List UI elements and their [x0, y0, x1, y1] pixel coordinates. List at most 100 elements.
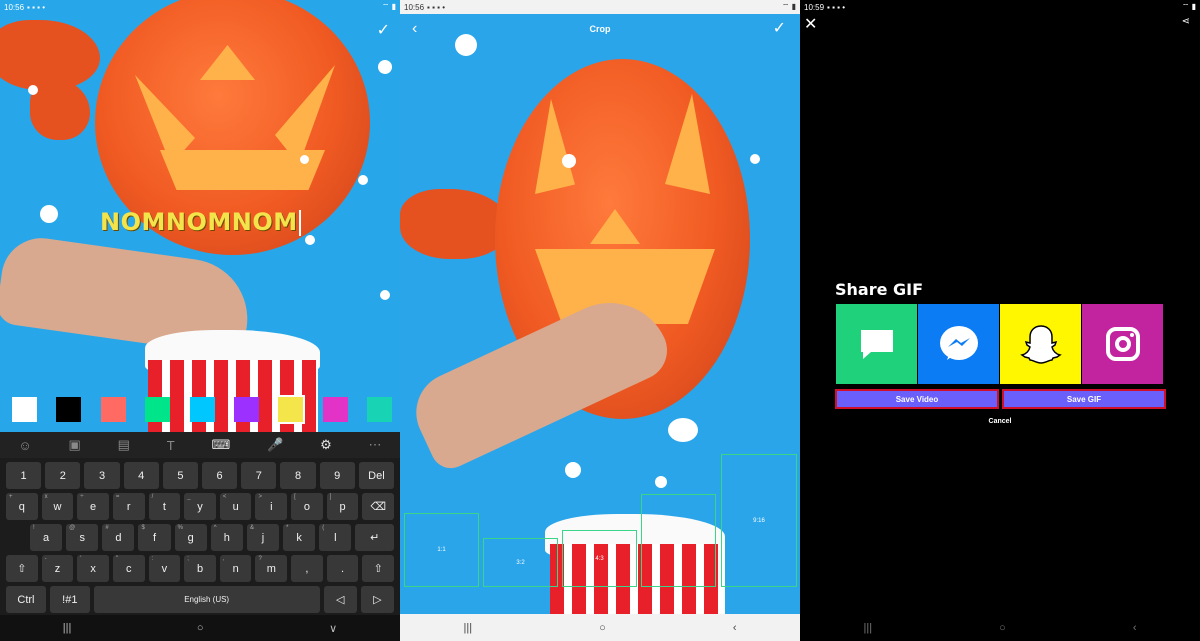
color-swatch[interactable] — [100, 397, 126, 422]
color-swatch[interactable] — [145, 397, 171, 422]
key-special[interactable]: . — [326, 555, 359, 582]
key-special[interactable]: ▷ — [360, 586, 395, 613]
text-overlay[interactable]: NOMNOMNOM — [100, 208, 301, 236]
crop-option-4-3[interactable]: 4:3 — [562, 530, 637, 587]
close-icon[interactable]: ✕ — [804, 14, 817, 34]
key-l[interactable]: (l — [319, 524, 352, 551]
key-special[interactable]: ↵ — [355, 524, 394, 551]
color-swatch[interactable] — [367, 397, 392, 422]
crop-option-extra[interactable] — [641, 494, 716, 587]
key-special[interactable]: Del — [358, 462, 395, 489]
key-m[interactable]: ? m — [255, 555, 288, 582]
back-button[interactable]: ∨ — [329, 622, 337, 635]
key-y[interactable]: _ y — [184, 493, 216, 520]
key-v[interactable]: :v — [148, 555, 181, 582]
key-d[interactable]: # d — [102, 524, 135, 551]
gear-icon[interactable]: ⚙ — [320, 437, 332, 453]
back-button[interactable]: ‹ — [733, 622, 737, 634]
key-x[interactable]: ' x — [77, 555, 109, 582]
snapchat-icon — [1019, 325, 1062, 364]
save-actions: Save Video Save GIF — [835, 389, 1166, 409]
key-i[interactable]: > i — [255, 493, 288, 520]
key-p[interactable]: ] p — [326, 493, 359, 520]
instagram-share-button[interactable] — [1082, 304, 1163, 384]
share-icon[interactable]: ⋖ — [1182, 16, 1190, 27]
key-o[interactable]: [o — [291, 493, 323, 520]
back-button[interactable]: ‹ — [1133, 622, 1137, 634]
more-icon[interactable]: ⋯ — [369, 437, 382, 453]
key-t[interactable]: / t — [148, 493, 181, 520]
gif-icon[interactable]: ▤ — [118, 437, 130, 453]
confirm-icon[interactable]: ✓ — [377, 20, 390, 40]
color-swatch[interactable] — [12, 397, 37, 422]
cancel-button[interactable]: Cancel — [800, 418, 1200, 425]
key-special[interactable]: ⇧ — [6, 555, 38, 582]
key-special[interactable]: English (US) — [93, 586, 320, 613]
key-special[interactable]: ⇧ — [362, 555, 395, 582]
color-palette — [12, 395, 392, 424]
crop-option-9-16[interactable]: 9:16 — [721, 454, 797, 587]
key-c[interactable]: " c — [112, 555, 145, 582]
key-n[interactable]: ,n — [219, 555, 252, 582]
save-gif-button[interactable]: Save GIF — [1002, 389, 1166, 409]
color-swatch[interactable] — [276, 395, 306, 424]
color-swatch[interactable] — [233, 397, 259, 422]
messenger-share-button[interactable] — [918, 304, 999, 384]
key-3[interactable]: 3 — [84, 462, 120, 489]
key-8[interactable]: 8 — [280, 462, 316, 489]
sticker-icon[interactable]: ▣ — [69, 437, 81, 453]
crop-option-3-2[interactable]: 3:2 — [483, 538, 558, 587]
key-f[interactable]: $ f — [138, 524, 171, 551]
wifi-battery-icon: ⌔ ▮ — [781, 2, 796, 11]
key-u[interactable]: < u — [219, 493, 252, 520]
recents-button[interactable]: ||| — [63, 622, 72, 634]
key-label: y — [197, 500, 203, 513]
emoji-icon[interactable]: ☺ — [18, 438, 31, 453]
color-swatch[interactable] — [322, 397, 348, 422]
microphone-icon[interactable]: 🎤 — [267, 437, 283, 453]
messages-share-button[interactable] — [836, 304, 917, 384]
key-a[interactable]: ! a — [30, 524, 63, 551]
key-6[interactable]: 6 — [202, 462, 238, 489]
key-special[interactable]: !#1 — [49, 586, 90, 613]
snapchat-share-button[interactable] — [1000, 304, 1081, 384]
key-special[interactable]: ⌫ — [362, 493, 395, 520]
recents-button[interactable]: ||| — [464, 622, 473, 634]
key-5[interactable]: 5 — [162, 462, 199, 489]
key-q[interactable]: + q — [6, 493, 38, 520]
color-swatch[interactable] — [189, 397, 215, 422]
key-1[interactable]: 1 — [6, 462, 42, 489]
key-special[interactable]: ◁ — [323, 586, 357, 613]
key-r[interactable]: = r — [112, 493, 145, 520]
key-special[interactable]: Ctrl — [6, 586, 46, 613]
key-z[interactable]: -z — [41, 555, 74, 582]
home-button[interactable]: ○ — [999, 622, 1006, 634]
home-button[interactable]: ○ — [197, 622, 204, 634]
key-g[interactable]: % g — [174, 524, 207, 551]
save-video-button[interactable]: Save Video — [835, 389, 999, 409]
key-label: ▷ — [373, 594, 382, 606]
key-e[interactable]: ÷ e — [77, 493, 109, 520]
snowflake — [380, 290, 390, 300]
key-2[interactable]: 2 — [45, 462, 81, 489]
key-j[interactable]: & j — [246, 524, 280, 551]
key-4[interactable]: 4 — [123, 462, 159, 489]
home-button[interactable]: ○ — [599, 622, 606, 634]
keyboard-icon[interactable]: ⌨ — [211, 437, 230, 453]
key-special[interactable]: , — [291, 555, 323, 582]
key-s[interactable]: @ s — [66, 524, 99, 551]
color-swatch[interactable] — [56, 397, 82, 422]
key-7[interactable]: 7 — [241, 462, 277, 489]
confirm-icon[interactable]: ✓ — [773, 14, 786, 44]
share-title: Share GIF — [835, 280, 924, 299]
crop-option-1-1[interactable]: 1:1 — [404, 513, 479, 587]
key-b[interactable]: ; b — [184, 555, 216, 582]
key-k[interactable]: * k — [283, 524, 316, 551]
nav-bar: ||| ○ ‹ — [800, 615, 1200, 641]
key-label: 2 — [59, 469, 66, 482]
key-w[interactable]: xw — [41, 493, 74, 520]
text-style-icon[interactable]: T — [167, 438, 175, 453]
recents-button[interactable]: ||| — [864, 622, 873, 634]
key-9[interactable]: 9 — [319, 462, 355, 489]
key-h[interactable]: ^ h — [210, 524, 243, 551]
